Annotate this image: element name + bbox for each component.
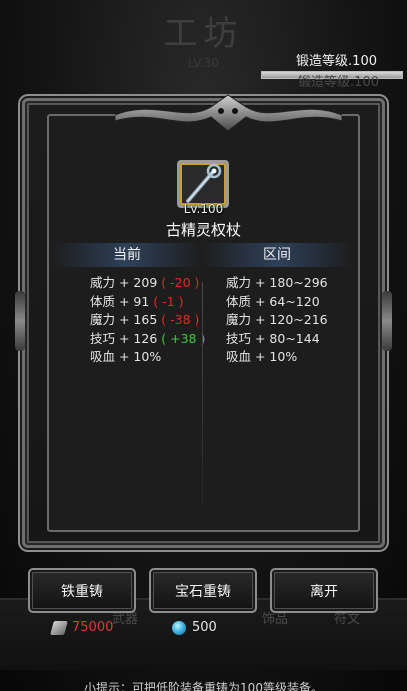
leave-button[interactable]: 离开 [270,568,378,613]
header-range: 区间 [202,243,352,267]
left-ornament [15,291,25,351]
range-row: 魔力 + 120~216 [226,312,328,327]
forge-level-label: 锻造等级.100 [296,54,377,69]
right-ornament [382,291,392,351]
gem-icon [172,620,186,635]
demon-crest-icon [115,94,342,132]
tip-text: 小提示：可把低阶装备重铸为100等级装备。 [84,681,323,691]
stat-delta: ( -1 ) [153,293,184,309]
item-name: 古精灵权杖 [165,221,241,239]
item-slot[interactable] [177,160,229,208]
stat-delta: ( +38 ) [161,330,206,346]
range-stats-list: 威力 + 180~296 体质 + 64~120 魔力 + 120~216 技巧… [226,272,328,365]
coin-counter: 75000 [50,620,114,635]
stat-row: 魔力 + 165( -38 ) [90,312,200,327]
stat-row: 吸血 + 10% [90,349,162,364]
stat-delta: ( -38 ) [161,312,200,327]
forge-level-ghost: 锻造等级.100 [298,75,379,90]
coin-icon [50,620,68,635]
coin-amount: 75000 [72,620,114,635]
range-row: 威力 + 180~296 [226,275,328,290]
gem-amount: 500 [192,620,217,635]
staff-icon [186,163,222,203]
stat-row: 技巧 + 126( +38 ) [90,330,206,346]
item-level: Lv.100 [183,202,224,216]
range-row: 吸血 + 10% [226,349,298,364]
gem-reforge-button[interactable]: 宝石重铸 [149,568,257,613]
stat-row: 威力 + 209( -20 ) [90,275,200,290]
range-row: 体质 + 64~120 [226,293,320,309]
workshop-title: 工坊 [163,14,244,54]
gem-counter: 500 [172,620,217,635]
stat-row: 体质 + 91( -1 ) [90,293,184,309]
range-row: 技巧 + 80~144 [226,330,320,346]
iron-reforge-button[interactable]: 铁重铸 [28,568,136,613]
stat-delta: ( -20 ) [161,275,200,290]
current-stats-list: 威力 + 209( -20 ) 体质 + 91( -1 ) 魔力 + 165( … [90,272,205,365]
column-divider [202,282,203,506]
header-current: 当前 [52,243,202,267]
